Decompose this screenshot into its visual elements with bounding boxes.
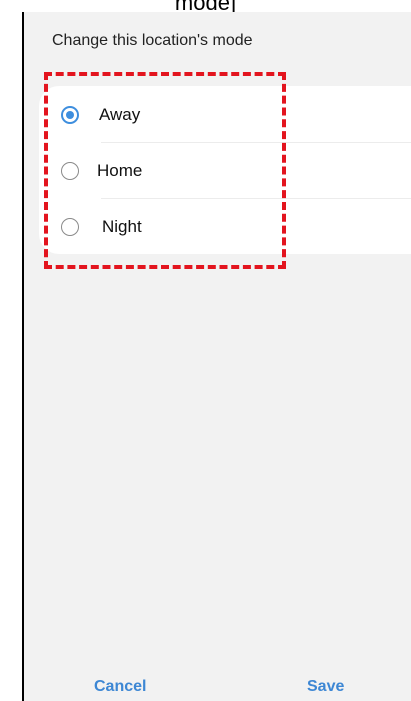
option-label: Home [97,161,143,180]
option-away[interactable]: Away [39,86,411,142]
option-label: Night [102,217,142,236]
option-night[interactable]: Night [39,198,411,254]
dialog-title: Change this location's mode [52,32,253,49]
option-home[interactable]: Home [39,142,411,198]
mode-options-list: Away Home Night [39,86,411,254]
save-button[interactable]: Save [307,678,344,696]
mode-dialog: Change this location's mode Away Home Ni… [22,12,411,701]
radio-unselected-icon[interactable] [61,218,79,236]
cancel-button[interactable]: Cancel [94,678,146,696]
radio-selected-icon[interactable] [61,106,79,124]
option-label: Away [99,105,141,124]
radio-unselected-icon[interactable] [61,162,79,180]
